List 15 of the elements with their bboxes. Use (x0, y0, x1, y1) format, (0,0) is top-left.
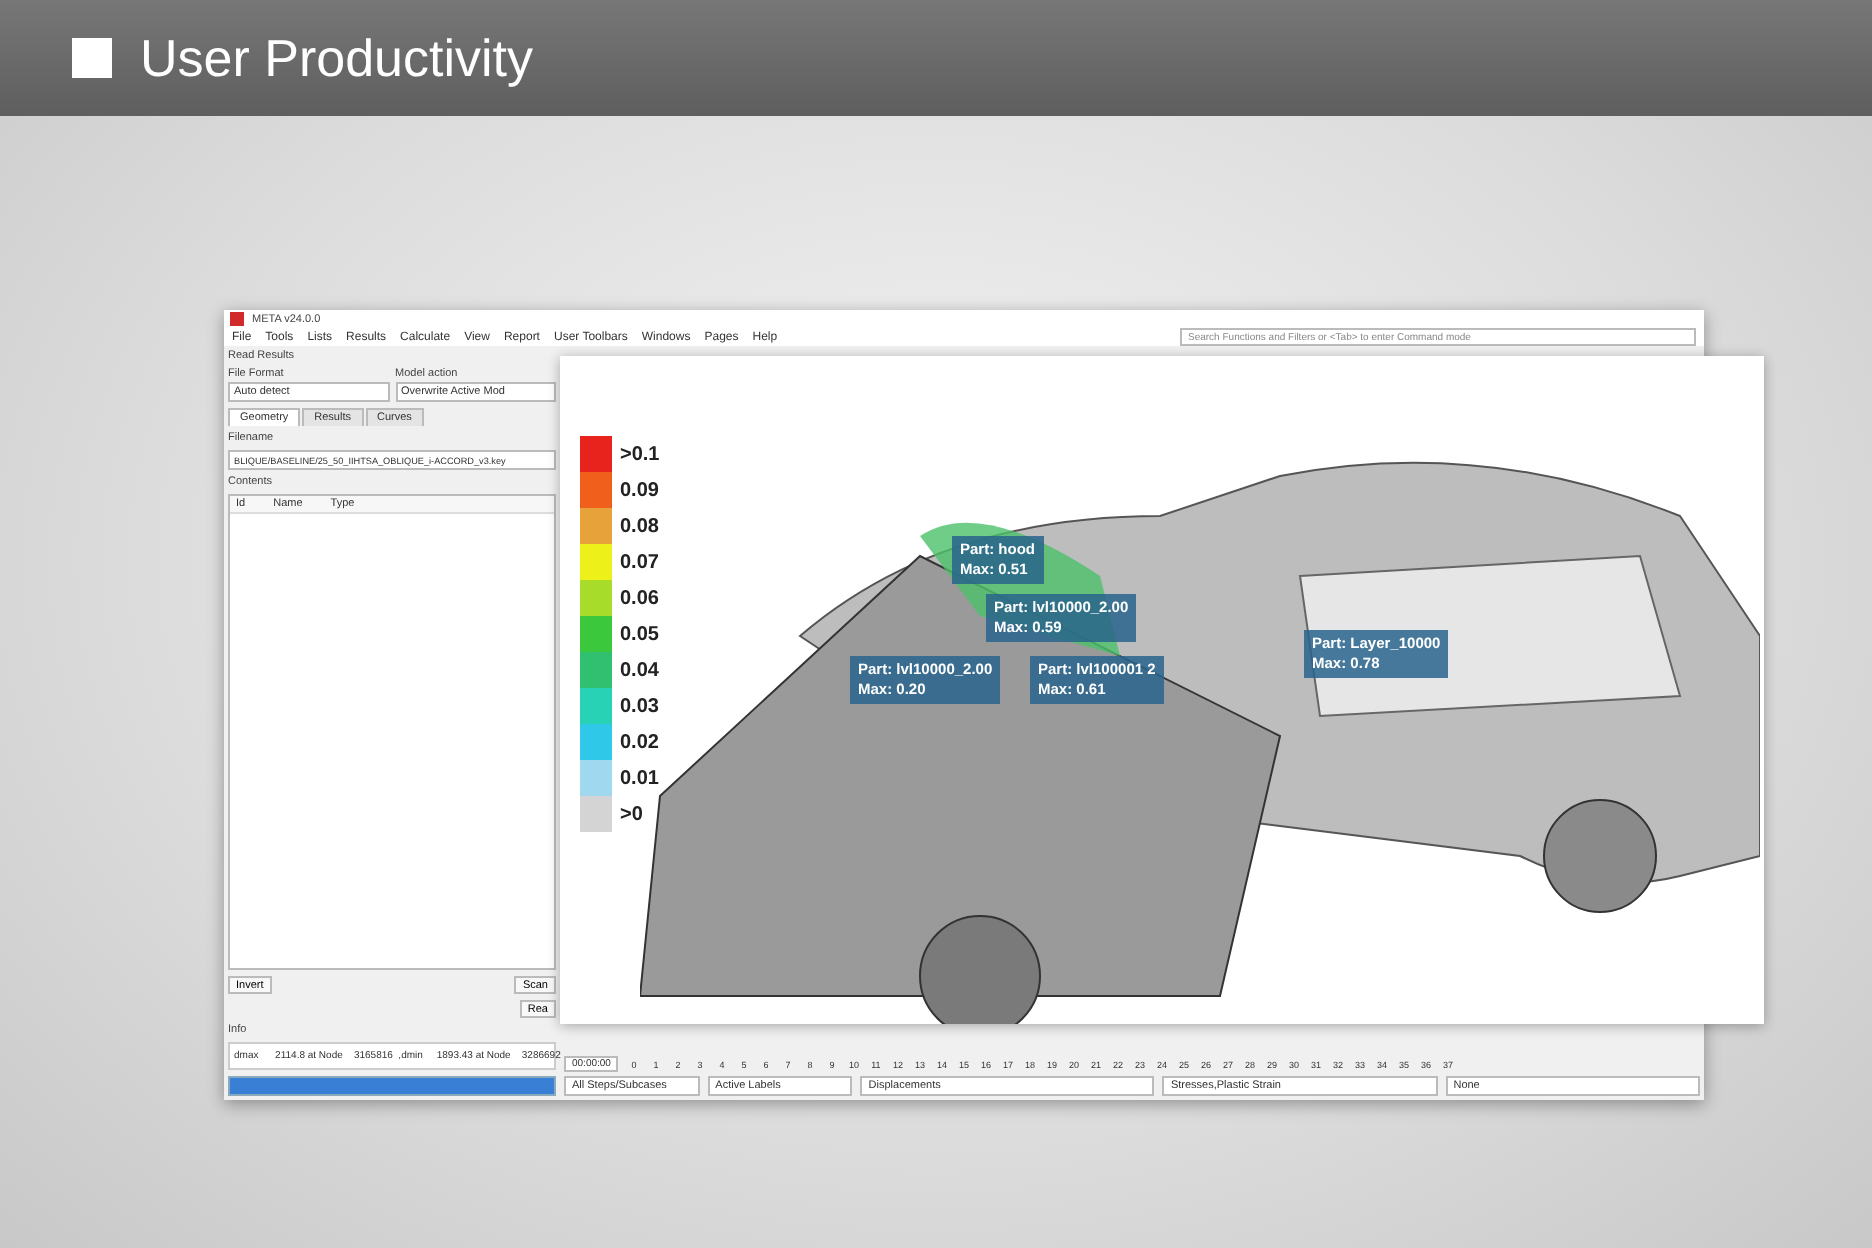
slide-title: User Productivity (140, 27, 533, 89)
legend-label: 0.02 (620, 731, 659, 753)
legend-label: 0.01 (620, 767, 659, 789)
legend-label: 0.06 (620, 587, 659, 609)
legend-label: 0.05 (620, 623, 659, 645)
legend-label: >0.1 (620, 443, 660, 465)
legend-label: >0 (620, 803, 643, 825)
legend-label: 0.04 (620, 659, 659, 681)
legend-label: 0.08 (620, 515, 659, 537)
app-logo-icon (230, 312, 244, 326)
command-field[interactable] (228, 1076, 556, 1096)
legend-label: 0.07 (620, 551, 659, 573)
legend-label: 0.09 (620, 479, 659, 501)
legend-label: 0.03 (620, 695, 659, 717)
square-icon (72, 38, 112, 78)
